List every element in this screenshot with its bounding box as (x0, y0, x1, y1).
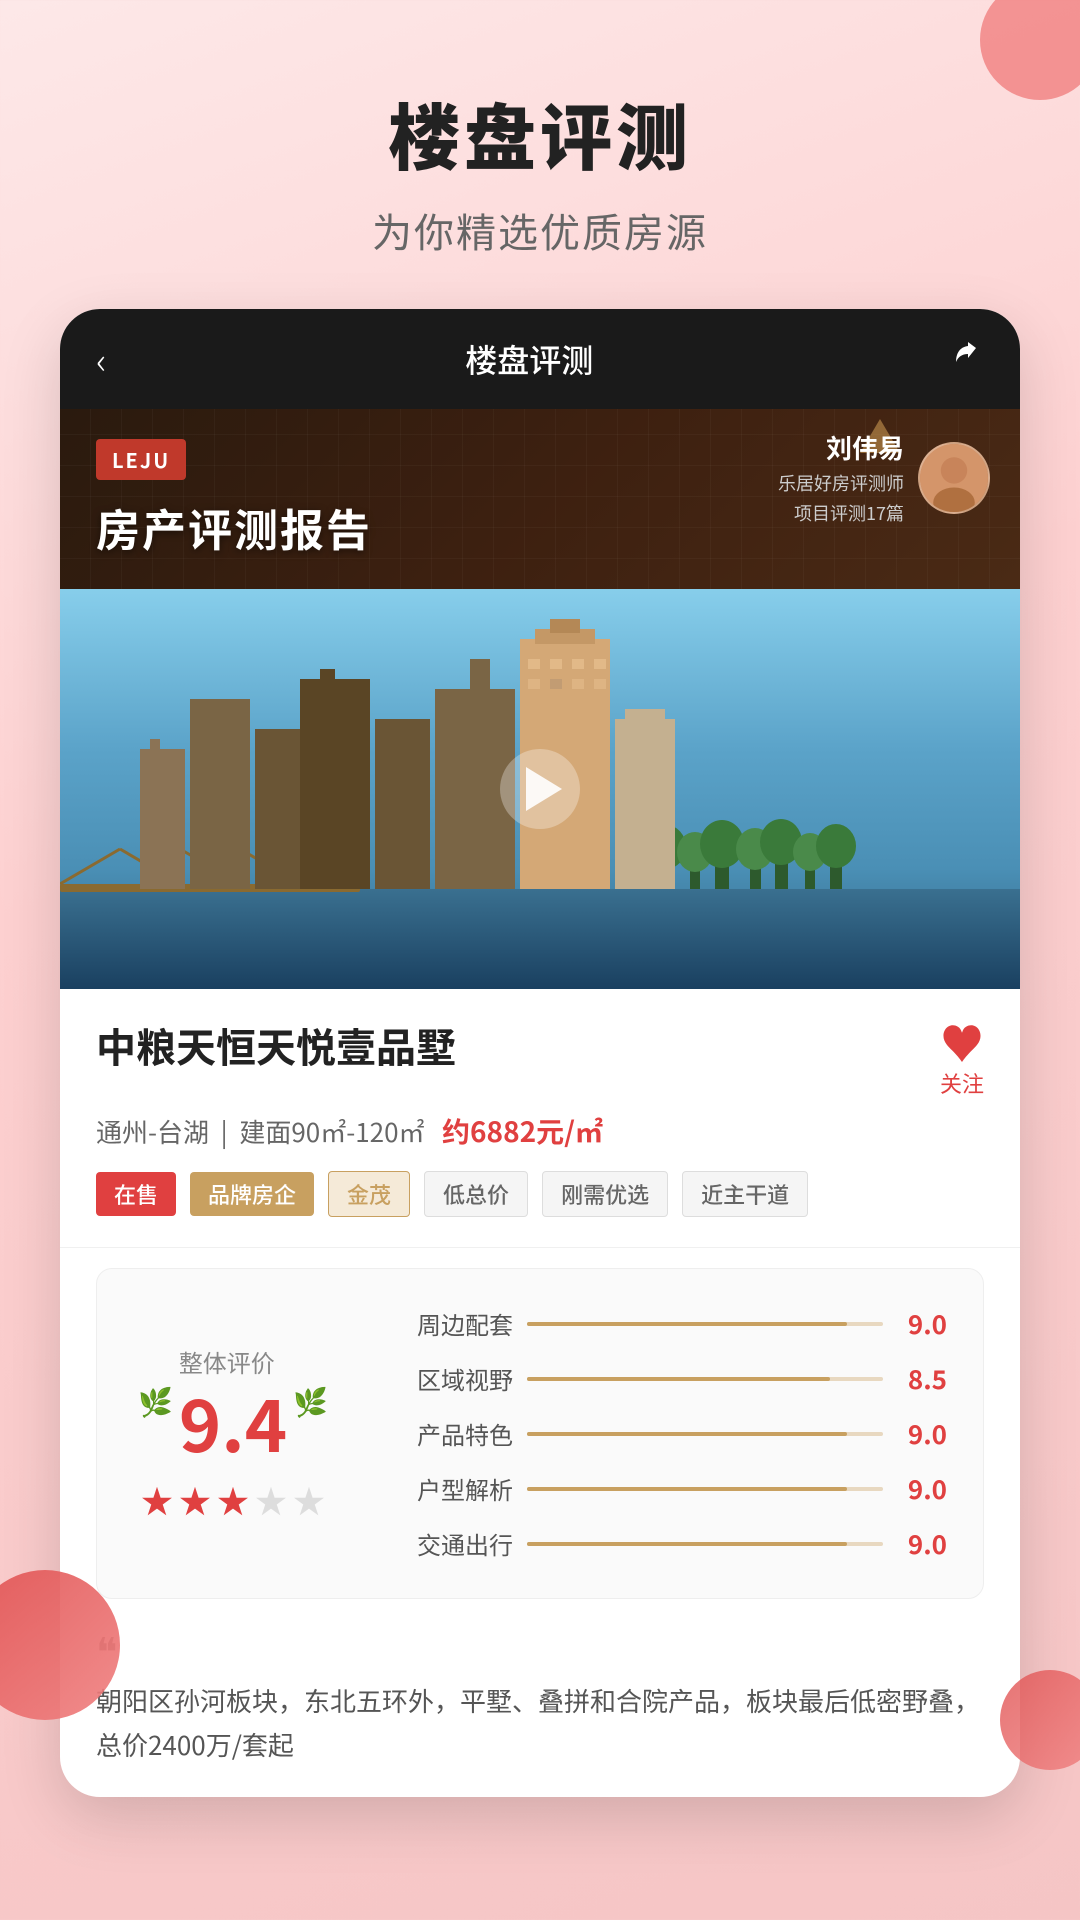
star-1: ★ (141, 1477, 173, 1523)
report-title: 房产评测报告 (96, 495, 372, 559)
rating-bar-product (527, 1432, 883, 1436)
rating-score-layout: 9.0 (897, 1470, 947, 1507)
page-main-title: 楼盘评测 (40, 80, 1040, 185)
tag-low-price: 低总价 (424, 1171, 528, 1217)
quote-mark: ❝ (96, 1629, 984, 1669)
quote-text: 朝阳区孙河板块，东北五环外，平墅、叠拼和合院产品，板块最后低密野叠，总价2400… (96, 1679, 984, 1767)
rating-item-layout: 户型解析 9.0 (373, 1470, 947, 1507)
rating-bar-traffic (527, 1542, 883, 1546)
leaf-left-icon: 🌿 (138, 1381, 173, 1421)
property-name: 中粮天恒天悦壹品墅 (96, 1019, 456, 1071)
app-header-title: 楼盘评测 (465, 336, 593, 382)
rating-label-surroundings: 周边配套 (373, 1306, 513, 1341)
video-area[interactable] (60, 589, 1020, 989)
rating-bar-fill-traffic (527, 1542, 847, 1546)
rating-bar-fill-product (527, 1432, 847, 1436)
rating-content: 🌿 整体评价 9.4 🌿 ★ ★ ★ ★ ★ 周边配套 (133, 1305, 947, 1562)
star-3: ★ (217, 1477, 249, 1523)
page-header: 楼盘评测 为你精选优质房源 (0, 0, 1080, 309)
property-location: 通州-台湖 (96, 1113, 209, 1150)
rating-decoration: 🌿 整体评价 9.4 🌿 (138, 1344, 328, 1457)
property-header: 中粮天恒天悦壹品墅 ♥ 关注 (96, 1019, 984, 1099)
rating-label-view: 区域视野 (373, 1361, 513, 1396)
rating-item-view: 区域视野 8.5 (373, 1360, 947, 1397)
quote-section: ❝ 朝阳区孙河板块，东北五环外，平墅、叠拼和合院产品，板块最后低密野叠，总价24… (60, 1619, 1020, 1797)
rating-item-product: 产品特色 9.0 (373, 1415, 947, 1452)
tags-row: 在售 品牌房企 金茂 低总价 刚需优选 近主干道 (96, 1171, 984, 1217)
leju-logo: LEJU (96, 439, 186, 480)
star-5: ★ (293, 1477, 325, 1523)
reviewer-desc2: 项目评测17篇 (778, 500, 904, 526)
property-details: 通州-台湖 | 建面90㎡-120㎡ 约6882元/㎡ (96, 1111, 984, 1151)
property-price: 约6882元/㎡ (442, 1111, 603, 1151)
heart-icon: ♥ (940, 1019, 984, 1063)
report-banner: LEJU 房产评测报告 刘伟易 乐居好房评测师 项目评测17篇 (60, 409, 1020, 589)
rating-bar-surroundings (527, 1322, 883, 1326)
play-icon (526, 767, 562, 811)
play-button[interactable] (500, 749, 580, 829)
tag-sale: 在售 (96, 1172, 176, 1216)
rating-bar-fill-surroundings (527, 1322, 847, 1326)
phone-card: ‹ 楼盘评测 LEJU 房产评测报告 刘伟易 乐居好房评测师 项目评测17篇 (60, 309, 1020, 1797)
rating-bar-fill-view (527, 1377, 830, 1381)
rating-right: 周边配套 9.0 区域视野 8.5 产品特色 (373, 1305, 947, 1562)
rating-item-surroundings: 周边配套 9.0 (373, 1305, 947, 1342)
rating-section: 🌿 整体评价 9.4 🌿 ★ ★ ★ ★ ★ 周边配套 (96, 1268, 984, 1599)
app-header: ‹ 楼盘评测 (60, 309, 1020, 409)
tag-brand: 品牌房企 (190, 1172, 314, 1216)
star-2: ★ (179, 1477, 211, 1523)
rating-bar-fill-layout (527, 1487, 847, 1491)
tag-road: 近主干道 (682, 1171, 808, 1217)
favorite-label: 关注 (940, 1067, 984, 1099)
rating-left: 🌿 整体评价 9.4 🌿 ★ ★ ★ ★ ★ (133, 1305, 333, 1562)
rating-score-surroundings: 9.0 (897, 1305, 947, 1342)
property-info-section: 中粮天恒天悦壹品墅 ♥ 关注 通州-台湖 | 建面90㎡-120㎡ 约6882元… (60, 989, 1020, 1248)
rating-item-traffic: 交通出行 9.0 (373, 1525, 947, 1562)
reviewer-name: 刘伟易 (778, 429, 904, 466)
reviewer-avatar (918, 442, 990, 514)
rating-score-view: 8.5 (897, 1360, 947, 1397)
rating-score-traffic: 9.0 (897, 1525, 947, 1562)
rating-label-layout: 户型解析 (373, 1471, 513, 1506)
share-button[interactable] (952, 336, 984, 382)
tag-starter: 刚需优选 (542, 1171, 668, 1217)
rating-label-product: 产品特色 (373, 1416, 513, 1451)
rating-label-traffic: 交通出行 (373, 1526, 513, 1561)
reviewer-info: 刘伟易 乐居好房评测师 项目评测17篇 (778, 429, 990, 526)
page-sub-title: 为你精选优质房源 (40, 201, 1040, 259)
star-4: ★ (255, 1477, 287, 1523)
tag-jinmao: 金茂 (328, 1171, 410, 1217)
property-area: 建面90㎡-120㎡ (239, 1113, 424, 1150)
reviewer-desc1: 乐居好房评测师 (778, 470, 904, 496)
overall-score: 9.4 (179, 1385, 287, 1457)
rating-bar-view (527, 1377, 883, 1381)
leaf-right-icon: 🌿 (293, 1381, 328, 1421)
stars-row: ★ ★ ★ ★ ★ (141, 1477, 325, 1523)
rating-bar-layout (527, 1487, 883, 1491)
back-button[interactable]: ‹ (96, 333, 106, 385)
favorite-button[interactable]: ♥ 关注 (940, 1019, 984, 1099)
rating-score-product: 9.0 (897, 1415, 947, 1452)
